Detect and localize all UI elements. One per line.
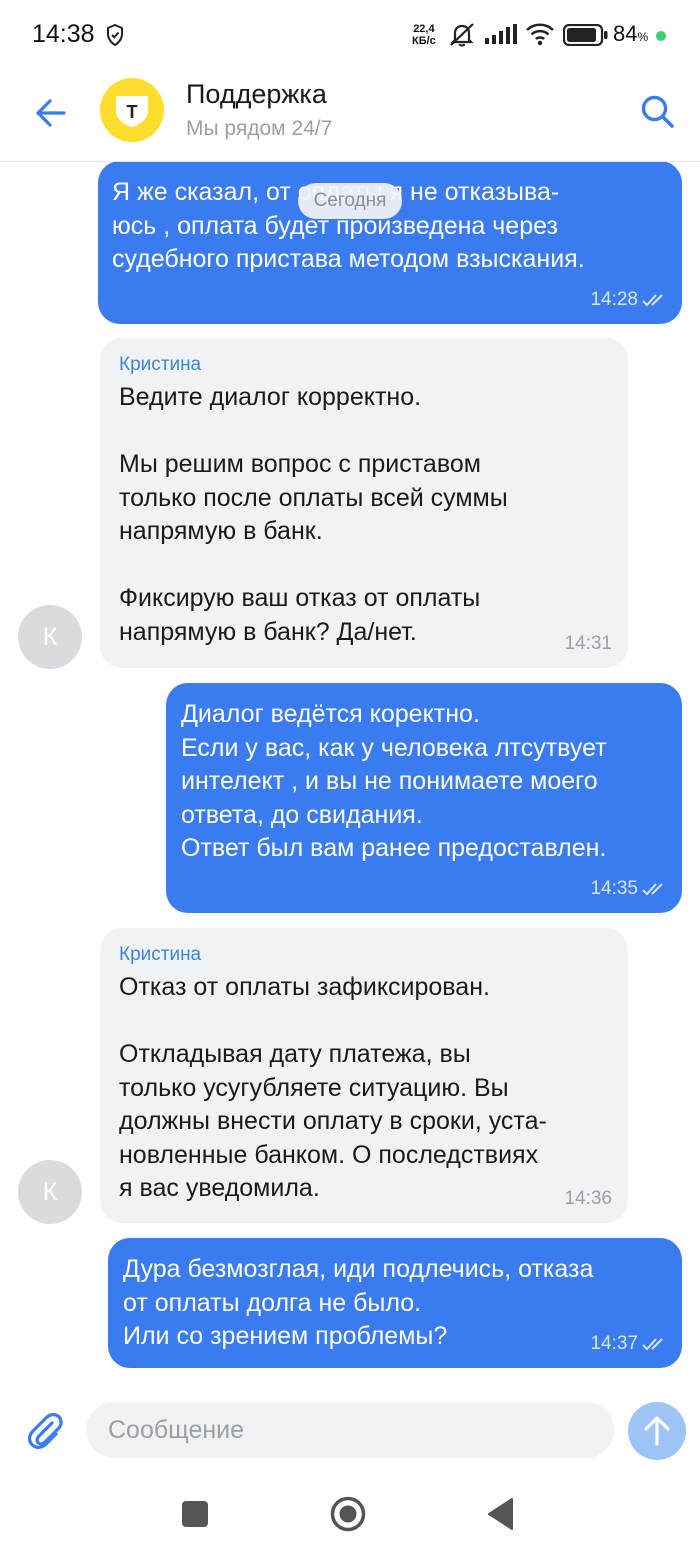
message-text: Отказ от оплаты зафиксирован. Откладывая… xyxy=(119,973,547,1202)
chat-title[interactable]: Поддержка xyxy=(186,79,327,110)
message-time: 14:35 xyxy=(590,878,638,899)
date-separator: Сегодня xyxy=(298,183,402,219)
search-button[interactable] xyxy=(636,90,680,134)
message-outgoing[interactable]: Дура безмозглая, иди подлечись, отказа о… xyxy=(108,1238,682,1368)
read-ticks-icon xyxy=(642,883,663,896)
chat-subtitle: Мы рядом 24/7 xyxy=(186,117,333,140)
paperclip-icon xyxy=(27,1413,63,1449)
wifi-icon xyxy=(525,22,555,51)
message-meta: 14:28 xyxy=(590,290,668,310)
sender-avatar[interactable]: К xyxy=(18,1160,82,1224)
battery-percent-sign: % xyxy=(637,30,649,44)
nav-recents-icon[interactable] xyxy=(182,1501,208,1527)
nav-back-icon[interactable] xyxy=(486,1497,514,1531)
message-list[interactable]: Я же сказал, от оплаты я не отказыва- юс… xyxy=(0,162,700,1382)
support-avatar[interactable]: Т xyxy=(100,78,164,142)
network-speed: 22,4 КБ/с xyxy=(412,23,436,47)
message-meta: 14:37 xyxy=(590,1334,668,1354)
message-outgoing[interactable]: Диалог ведётся коректно. Если у вас, как… xyxy=(166,683,682,913)
message-sender: Кристина xyxy=(119,944,202,965)
read-ticks-icon xyxy=(642,294,663,307)
message-text: Диалог ведётся коректно. Если у вас, как… xyxy=(181,700,607,862)
message-text: Дура безмозглая, иди подлечись, отказа о… xyxy=(123,1255,594,1350)
status-bar: 14:38 22,4 КБ/с 84% xyxy=(0,0,700,70)
send-button[interactable] xyxy=(628,1402,686,1460)
message-incoming[interactable]: Кристина Ведите диалог корректно. Мы реш… xyxy=(100,338,628,668)
sender-avatar[interactable]: К xyxy=(18,605,82,669)
bank-shield-logo-icon: Т xyxy=(116,96,148,127)
logo-letter: Т xyxy=(127,102,138,122)
message-input[interactable] xyxy=(86,1402,614,1458)
nav-home-icon[interactable] xyxy=(330,1496,366,1532)
mute-icon xyxy=(447,22,477,53)
message-time: 14:36 xyxy=(564,1188,612,1209)
message-meta: 14:31 xyxy=(564,634,612,654)
notification-dot xyxy=(656,31,666,41)
message-meta: 14:35 xyxy=(590,879,668,899)
signal-icon xyxy=(485,24,517,51)
network-speed-value: 22,4 xyxy=(413,23,435,35)
message-incoming[interactable]: Кристина Отказ от оплаты зафиксирован. О… xyxy=(100,928,628,1223)
message-sender: Кристина xyxy=(119,354,202,375)
search-icon xyxy=(641,95,674,128)
chat-header: Т Поддержка Мы рядом 24/7 xyxy=(0,70,700,162)
network-speed-unit: КБ/с xyxy=(412,35,436,47)
send-arrow-icon xyxy=(644,1416,670,1446)
message-text: Ведите диалог корректно. Мы решим вопрос… xyxy=(119,383,508,646)
back-arrow-icon xyxy=(36,99,66,127)
battery-percent: 84% xyxy=(613,21,648,47)
battery-percent-value: 84 xyxy=(613,21,638,46)
attach-button[interactable] xyxy=(24,1409,66,1451)
chat-screen: 14:38 22,4 КБ/с 84% Т Поддержка Мы рядом… xyxy=(0,0,700,1556)
read-ticks-icon xyxy=(642,1338,663,1351)
message-time: 14:37 xyxy=(590,1333,638,1354)
message-time: 14:31 xyxy=(564,633,612,654)
battery-icon xyxy=(562,23,609,51)
shield-icon xyxy=(106,23,124,51)
status-time: 14:38 xyxy=(32,20,95,48)
message-meta: 14:36 xyxy=(564,1189,612,1209)
back-button[interactable] xyxy=(30,92,72,134)
message-time: 14:28 xyxy=(590,289,638,310)
